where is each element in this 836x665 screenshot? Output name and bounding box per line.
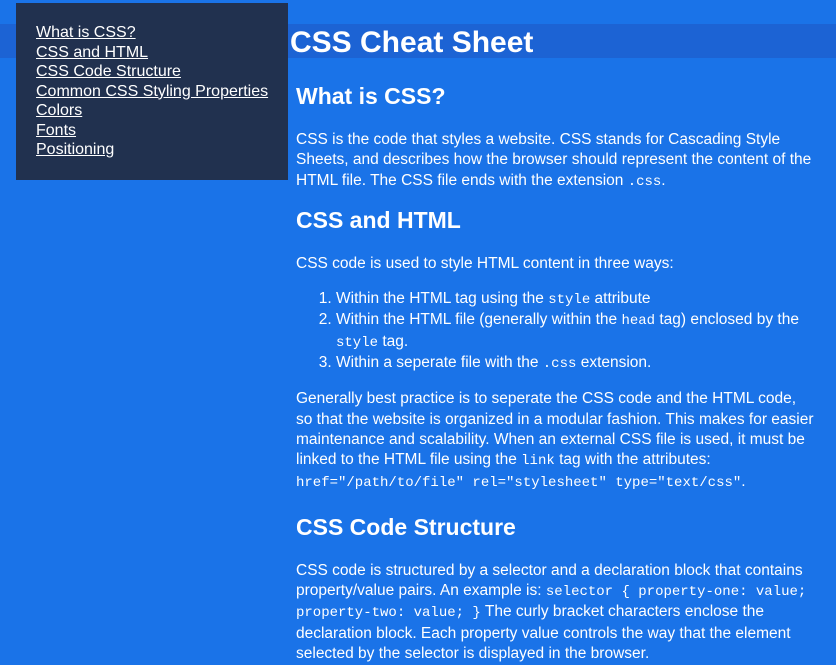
list-item: Within a seperate file with the .css ext…: [336, 353, 816, 374]
nav-link-what-is-css[interactable]: What is CSS?: [36, 23, 288, 43]
nav-link-css-and-html[interactable]: CSS and HTML: [36, 43, 288, 63]
css-and-html-intro: CSS code is used to style HTML content i…: [296, 254, 674, 272]
code-snippet: style: [336, 334, 379, 351]
text-segment: extension.: [576, 354, 652, 372]
text-segment: tag) enclosed by the: [655, 311, 799, 329]
nav-link-common-css-styling-properties[interactable]: Common CSS Styling Properties: [36, 82, 288, 102]
text-segment: Within the HTML file (generally within t…: [336, 311, 622, 329]
page-title: CSS Cheat Sheet: [290, 26, 534, 59]
text-segment: attribute: [590, 290, 651, 308]
code-snippet: .css: [627, 173, 662, 190]
text-segment: tag.: [378, 332, 409, 350]
code-snippet: style: [548, 292, 591, 309]
code-snippet: href="/path/to/file" rel="stylesheet" ty…: [296, 474, 742, 491]
nav-link-positioning[interactable]: Positioning: [36, 140, 288, 160]
page: CSS Cheat Sheet What is CSS? CSS and HTM…: [0, 0, 836, 665]
text-segment: tag with the attributes:: [554, 451, 711, 469]
text-segment: Within a seperate file with the: [336, 354, 543, 372]
section-heading-css-code-structure: CSS Code Structure: [296, 513, 516, 540]
list-item: Within the HTML file (generally within t…: [336, 310, 816, 353]
what-is-css-paragraph: CSS is the code that styles a website. C…: [296, 130, 816, 192]
sidebar-nav: What is CSS? CSS and HTML CSS Code Struc…: [16, 3, 288, 180]
section-heading-css-and-html: CSS and HTML: [296, 206, 461, 233]
css-code-structure-paragraph: CSS code is structured by a selector and…: [296, 561, 816, 664]
code-snippet: head: [621, 313, 656, 330]
nav-link-css-code-structure[interactable]: CSS Code Structure: [36, 62, 288, 82]
text-segment: CSS is the code that styles a website. C…: [296, 131, 812, 189]
code-snippet: link: [521, 453, 555, 470]
best-practice-paragraph: Generally best practice is to seperate t…: [296, 389, 816, 492]
text-segment: .: [661, 171, 666, 189]
list-item: Within the HTML tag using the style attr…: [336, 289, 816, 310]
text-segment: Within the HTML tag using the: [336, 290, 549, 308]
main-content: What is CSS? CSS is the code that styles…: [296, 78, 816, 664]
text-segment: .: [741, 472, 746, 490]
section-heading-what-is-css: What is CSS?: [296, 83, 446, 109]
styling-methods-list: Within the HTML tag using the style attr…: [296, 289, 816, 374]
nav-link-colors[interactable]: Colors: [36, 101, 288, 121]
code-snippet: .css: [542, 356, 577, 373]
nav-link-fonts[interactable]: Fonts: [36, 121, 288, 141]
